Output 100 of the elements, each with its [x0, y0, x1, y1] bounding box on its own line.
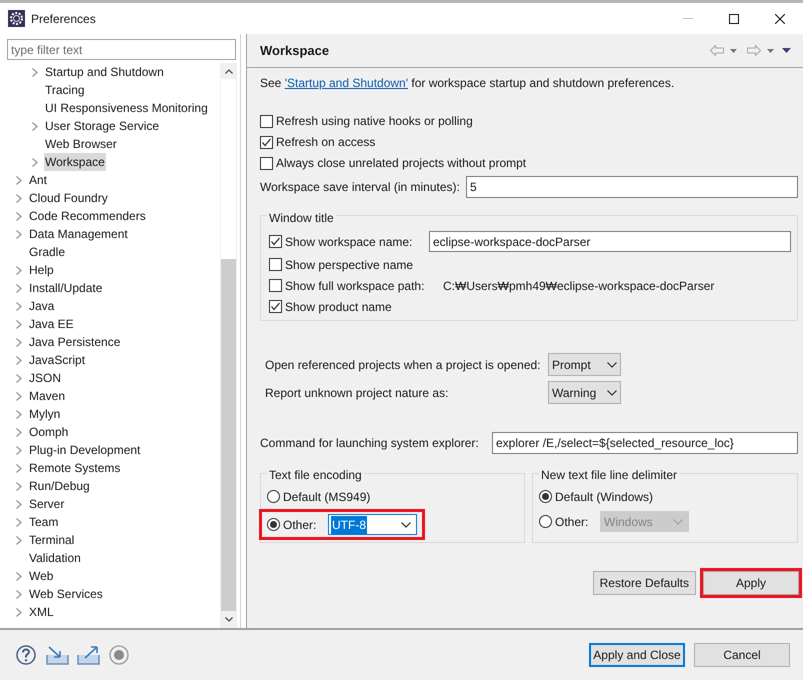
tree-item[interactable]: Java Persistence: [28, 333, 122, 351]
tree-item[interactable]: Data Management: [28, 225, 129, 243]
scroll-up-icon[interactable]: [224, 69, 232, 74]
checkbox[interactable]: [269, 235, 282, 248]
record-icon[interactable]: [109, 645, 129, 665]
expand-icon[interactable]: [16, 536, 22, 544]
tree-item[interactable]: Workspace: [44, 153, 106, 171]
checkbox[interactable]: [260, 156, 273, 170]
tree-item[interactable]: Help: [28, 261, 55, 279]
dropdown-icon[interactable]: [767, 48, 774, 52]
expand-icon[interactable]: [16, 464, 22, 472]
tree-item[interactable]: Run/Debug: [28, 477, 91, 495]
tree-item[interactable]: Remote Systems: [28, 459, 122, 477]
tree-item[interactable]: Oomph: [28, 423, 70, 441]
tree-item[interactable]: Ant: [28, 171, 48, 189]
tree-item[interactable]: Plug-in Development: [28, 441, 142, 459]
tree-item[interactable]: Startup and Shutdown: [44, 63, 165, 81]
expand-icon[interactable]: [32, 158, 38, 166]
expand-icon[interactable]: [16, 356, 22, 364]
checkbox[interactable]: [269, 258, 282, 271]
view-menu-icon[interactable]: [782, 48, 791, 53]
tree-item[interactable]: Web Browser: [44, 135, 118, 153]
expand-icon[interactable]: [16, 428, 22, 436]
expand-icon[interactable]: [16, 284, 22, 292]
tree-item[interactable]: Java EE: [28, 315, 75, 333]
tree-item[interactable]: Tracing: [44, 81, 86, 99]
chevron-down-icon: [401, 522, 411, 528]
expand-icon[interactable]: [16, 482, 22, 490]
tree-item[interactable]: Gradle: [28, 243, 66, 261]
radio-label: Other:: [555, 514, 590, 530]
tree-item[interactable]: Validation: [28, 549, 82, 567]
field-label: Command for launching system explorer:: [260, 435, 480, 452]
tree-item[interactable]: JSON: [28, 369, 62, 387]
expand-icon[interactable]: [16, 608, 22, 616]
checkbox[interactable]: [260, 136, 273, 148]
close-icon: [775, 14, 785, 24]
expand-icon[interactable]: [16, 518, 22, 526]
dropdown-icon[interactable]: [730, 48, 737, 52]
tree-item[interactable]: User Storage Service: [44, 117, 160, 135]
dialog-button[interactable]: Apply and Close: [589, 643, 685, 667]
radio-button[interactable]: [539, 490, 552, 503]
checkbox[interactable]: [260, 114, 273, 128]
checkbox[interactable]: [269, 279, 282, 292]
save-interval-field[interactable]: 5: [466, 176, 798, 198]
expand-icon[interactable]: [16, 392, 22, 400]
tree-item[interactable]: Web: [28, 567, 54, 585]
expand-icon[interactable]: [16, 410, 22, 418]
tree-item[interactable]: Team: [28, 513, 60, 531]
tree-item[interactable]: Cloud Foundry: [28, 189, 109, 207]
expand-icon[interactable]: [16, 176, 22, 184]
tree-item[interactable]: Install/Update: [28, 279, 104, 297]
tree-item[interactable]: Mylyn: [28, 405, 62, 423]
dropdown[interactable]: Prompt: [548, 353, 621, 376]
expand-icon[interactable]: [16, 572, 22, 580]
expand-icon[interactable]: [16, 194, 22, 202]
expand-icon[interactable]: [16, 446, 22, 454]
radio-button[interactable]: [267, 518, 280, 531]
back-icon[interactable]: [710, 45, 724, 56]
checkbox-label: Refresh using native hooks or polling: [276, 113, 473, 130]
expand-icon[interactable]: [16, 320, 22, 328]
expand-icon[interactable]: [16, 302, 22, 310]
radio-button[interactable]: [267, 490, 280, 503]
maximize-icon: [729, 14, 739, 24]
expand-icon[interactable]: [16, 212, 22, 220]
scroll-down-icon[interactable]: [224, 617, 232, 622]
expand-icon[interactable]: [16, 230, 22, 238]
export-icon[interactable]: [77, 645, 100, 665]
help-icon[interactable]: [16, 645, 36, 665]
link[interactable]: 'Startup and Shutdown': [284, 76, 408, 90]
app-icon: [8, 10, 25, 27]
expand-icon[interactable]: [16, 266, 22, 274]
tree-item[interactable]: Web Services: [28, 585, 104, 603]
tree-item[interactable]: Server: [28, 495, 66, 513]
expand-icon[interactable]: [16, 500, 22, 508]
expand-icon[interactable]: [32, 68, 38, 76]
tree-item[interactable]: Terminal: [28, 531, 76, 549]
tree-item[interactable]: JavaScript: [28, 351, 86, 369]
tree-item[interactable]: Java: [28, 297, 56, 315]
tree-item[interactable]: Code Recommenders: [28, 207, 147, 225]
radio-label: Other:: [283, 516, 318, 534]
workspace-name-field[interactable]: eclipse-workspace-docParser: [429, 231, 791, 252]
import-icon[interactable]: [46, 645, 69, 665]
expand-icon[interactable]: [16, 338, 22, 346]
tree-item[interactable]: Maven: [28, 387, 66, 405]
page-button[interactable]: Restore Defaults: [592, 571, 696, 595]
scrollbar[interactable]: [220, 63, 237, 628]
tree-item[interactable]: UI Responsiveness Monitoring: [44, 99, 209, 117]
expand-icon[interactable]: [32, 122, 38, 130]
filter-field[interactable]: type filter text: [7, 39, 236, 60]
explorer-command-field[interactable]: explorer /E,/select=${selected_resource_loc}: [492, 432, 798, 454]
intro-text: See 'Startup and Shutdown' for workspace startup and shutdown preferences.: [260, 75, 676, 90]
page-button[interactable]: Apply: [703, 571, 799, 595]
tree-item[interactable]: XML: [28, 603, 55, 621]
dialog-button[interactable]: Cancel: [694, 643, 790, 667]
expand-icon[interactable]: [16, 590, 22, 598]
encoding-dropdown[interactable]: UTF-8: [328, 514, 417, 535]
expand-icon[interactable]: [16, 374, 22, 382]
dropdown[interactable]: Warning: [548, 381, 621, 404]
forward-icon[interactable]: [747, 45, 761, 56]
checkbox[interactable]: [269, 300, 282, 313]
